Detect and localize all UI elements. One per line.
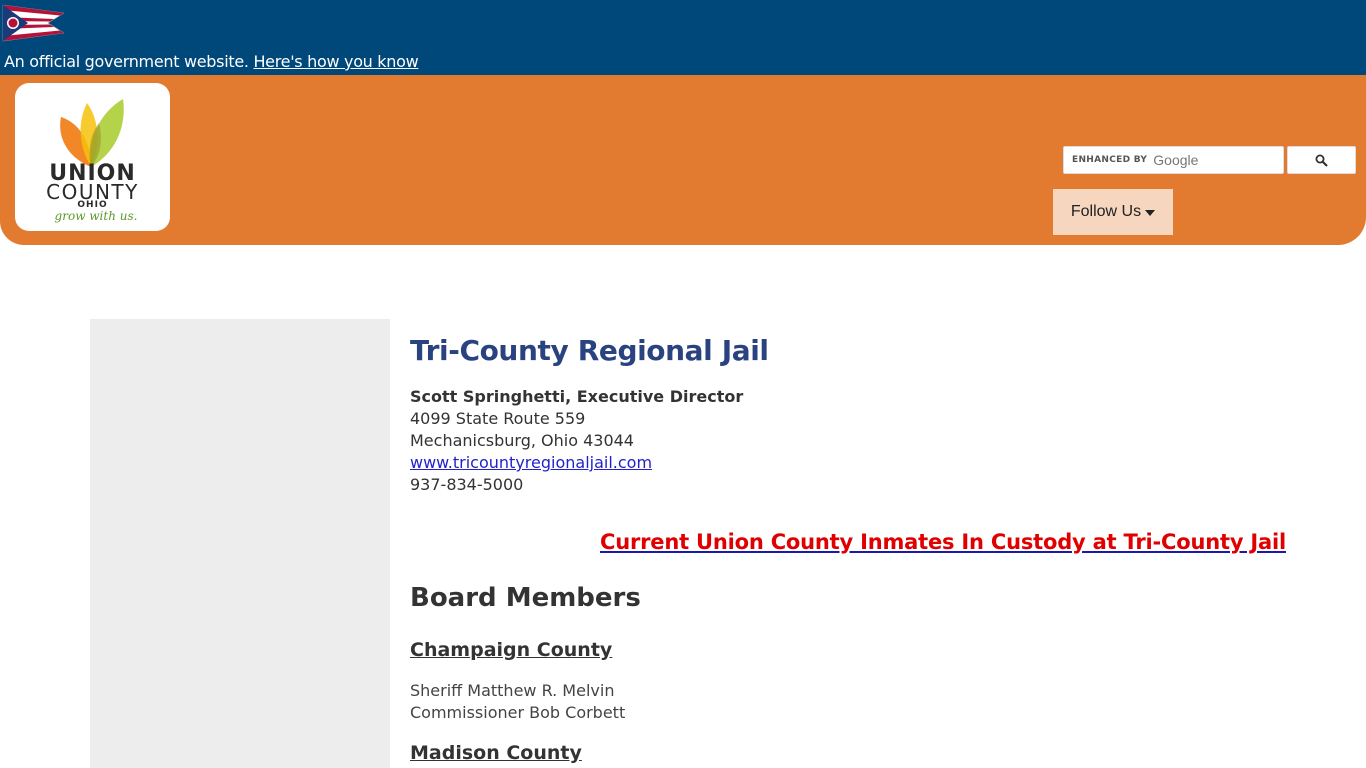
- inmates-in-custody-link[interactable]: Current Union County Inmates In Custody …: [600, 530, 1286, 554]
- union-county-logo[interactable]: UNION COUNTY OHIO grow with us.: [15, 83, 170, 231]
- follow-us-label: Follow Us: [1070, 203, 1142, 220]
- director-name: Scott Springhetti, Executive Director: [410, 387, 744, 406]
- county-link-madison[interactable]: Madison County: [410, 742, 582, 764]
- leaves-logo-icon: [60, 99, 124, 167]
- sidebar: [90, 319, 390, 768]
- county-link-champaign[interactable]: Champaign County: [410, 639, 612, 661]
- follow-us-button[interactable]: Follow Us: [1053, 189, 1173, 235]
- board-member: Commissioner Bob Corbett: [410, 703, 626, 722]
- board-members-heading: Board Members: [410, 583, 641, 613]
- page-title: Tri-County Regional Jail: [410, 334, 769, 367]
- gov-banner-text: An official government website. Here's h…: [4, 52, 419, 71]
- search-input[interactable]: ENHANCED BY Google: [1063, 146, 1284, 174]
- search-icon: [1315, 154, 1328, 167]
- board-member: Sheriff Matthew R. Melvin: [410, 681, 615, 700]
- logo-tagline: grow with us.: [54, 209, 138, 223]
- site-search: ENHANCED BY Google: [1063, 146, 1356, 174]
- gov-banner: An official government website. Here's h…: [0, 0, 1366, 75]
- search-placeholder-prefix: ENHANCED BY: [1072, 155, 1148, 165]
- phone-number: 937-834-5000: [410, 475, 524, 494]
- ohio-flag-icon: [2, 4, 64, 42]
- contact-info: Scott Springhetti, Executive Director 40…: [410, 386, 743, 496]
- address-line1: 4099 State Route 559: [410, 409, 586, 428]
- site-header: UNION COUNTY OHIO grow with us. ENHANCED…: [0, 75, 1366, 245]
- caret-down-icon: [1145, 210, 1156, 216]
- gov-banner-message: An official government website.: [4, 52, 249, 71]
- search-button[interactable]: [1287, 146, 1356, 174]
- website-link[interactable]: www.tricountyregionaljail.com: [410, 453, 652, 472]
- search-placeholder-brand: Google: [1153, 152, 1199, 168]
- how-you-know-link[interactable]: Here's how you know: [253, 52, 418, 71]
- address-line2: Mechanicsburg, Ohio 43044: [410, 431, 634, 450]
